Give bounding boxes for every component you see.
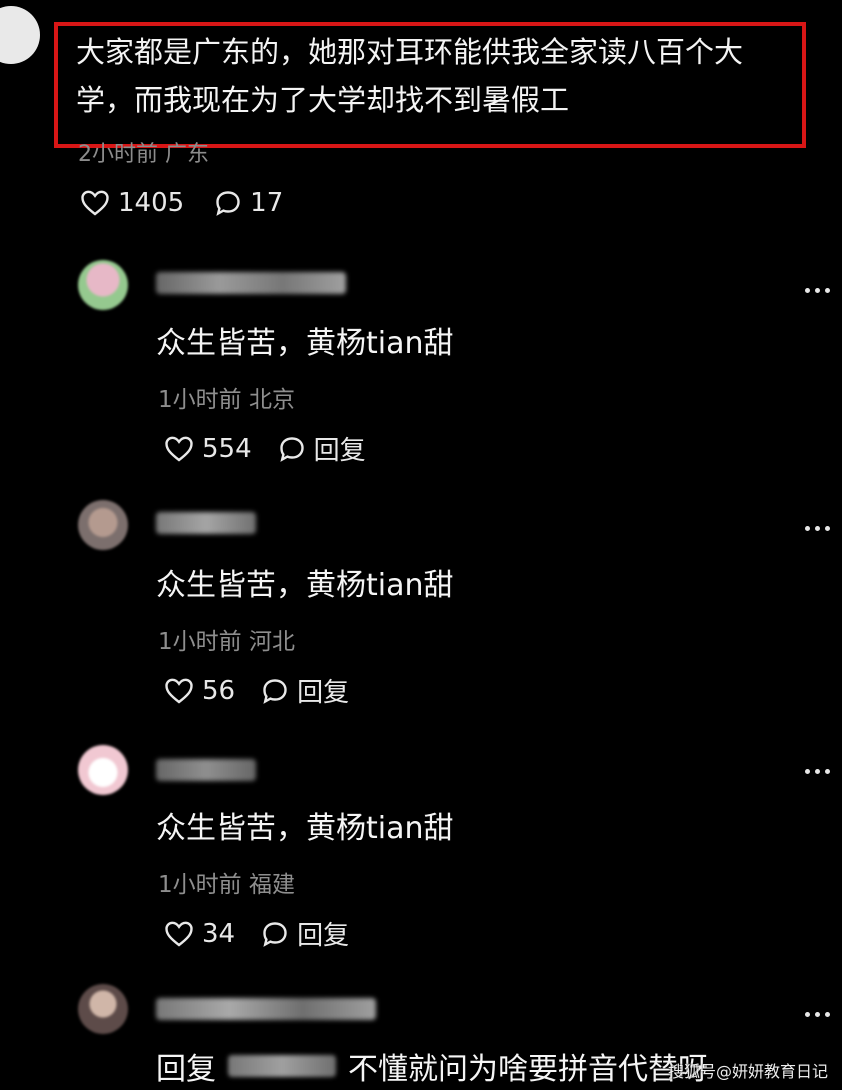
main-comment-count: 17	[250, 188, 284, 218]
main-like-count: 1405	[118, 188, 185, 218]
blurred-username[interactable]	[156, 272, 346, 294]
reply-button[interactable]: 回复	[261, 915, 349, 952]
like-button[interactable]: 554	[164, 434, 252, 464]
reply-suffix: 不懂就问为啥要拼音代替呀	[348, 1052, 708, 1087]
reply-label: 回复	[297, 921, 350, 951]
reply-label: 回复	[297, 678, 350, 708]
reply-meta: 1小时前 福建	[158, 872, 295, 898]
like-button[interactable]: 34	[164, 919, 235, 949]
comment-bubble-icon	[261, 920, 289, 948]
reply-prefix: 回复	[156, 1052, 216, 1087]
reply-text: 回复 不懂就问为啥要拼音代替呀	[156, 1044, 708, 1088]
avatar[interactable]	[78, 984, 128, 1034]
heart-icon	[164, 677, 194, 705]
comment-bubble-icon	[261, 677, 289, 705]
blurred-username[interactable]	[156, 759, 256, 781]
reply-actions: 34 回复	[164, 915, 349, 952]
main-like-button[interactable]: 1405	[80, 188, 184, 218]
main-comment-text: 大家都是广东的，她那对耳环能供我全家读八百个大学，而我现在为了大学却找不到暑假工	[76, 35, 744, 117]
more-dots-icon[interactable]	[798, 282, 830, 298]
top-avatar-partial	[0, 6, 40, 64]
like-count: 56	[202, 675, 236, 706]
blurred-username[interactable]	[156, 512, 256, 534]
reply-text: 众生皆苦，黄杨tian甜	[156, 811, 454, 846]
heart-icon	[164, 920, 194, 948]
watermark: 搜狐号@妍妍教育日记	[667, 1062, 828, 1081]
comment-bubble-icon	[214, 189, 242, 217]
comment-bubble-icon	[278, 435, 306, 463]
reply-meta: 1小时前 河北	[158, 629, 295, 655]
more-dots-icon[interactable]	[798, 520, 830, 536]
reply-label: 回复	[313, 436, 366, 466]
avatar[interactable]	[78, 745, 128, 795]
main-comment-button[interactable]: 17	[214, 188, 283, 218]
avatar[interactable]	[78, 500, 128, 550]
reply-actions: 554 回复	[164, 430, 366, 467]
more-dots-icon[interactable]	[798, 763, 830, 779]
heart-icon	[80, 189, 110, 217]
reply-meta: 1小时前 北京	[158, 387, 295, 413]
heart-icon	[164, 435, 194, 463]
like-button[interactable]: 56	[164, 676, 235, 706]
main-comment-meta: 2小时前 广东	[78, 142, 209, 167]
reply-text: 众生皆苦，黄杨tian甜	[156, 326, 454, 361]
more-dots-icon[interactable]	[798, 1006, 830, 1022]
avatar[interactable]	[78, 260, 128, 310]
blurred-mention[interactable]	[228, 1055, 336, 1077]
reply-actions: 56 回复	[164, 672, 349, 709]
main-comment-stats: 1405 17	[80, 188, 283, 218]
like-count: 34	[202, 918, 236, 949]
like-count: 554	[202, 433, 252, 464]
reply-button[interactable]: 回复	[278, 430, 366, 467]
reply-button[interactable]: 回复	[261, 672, 349, 709]
blurred-username[interactable]	[156, 998, 376, 1020]
reply-text: 众生皆苦，黄杨tian甜	[156, 568, 454, 603]
